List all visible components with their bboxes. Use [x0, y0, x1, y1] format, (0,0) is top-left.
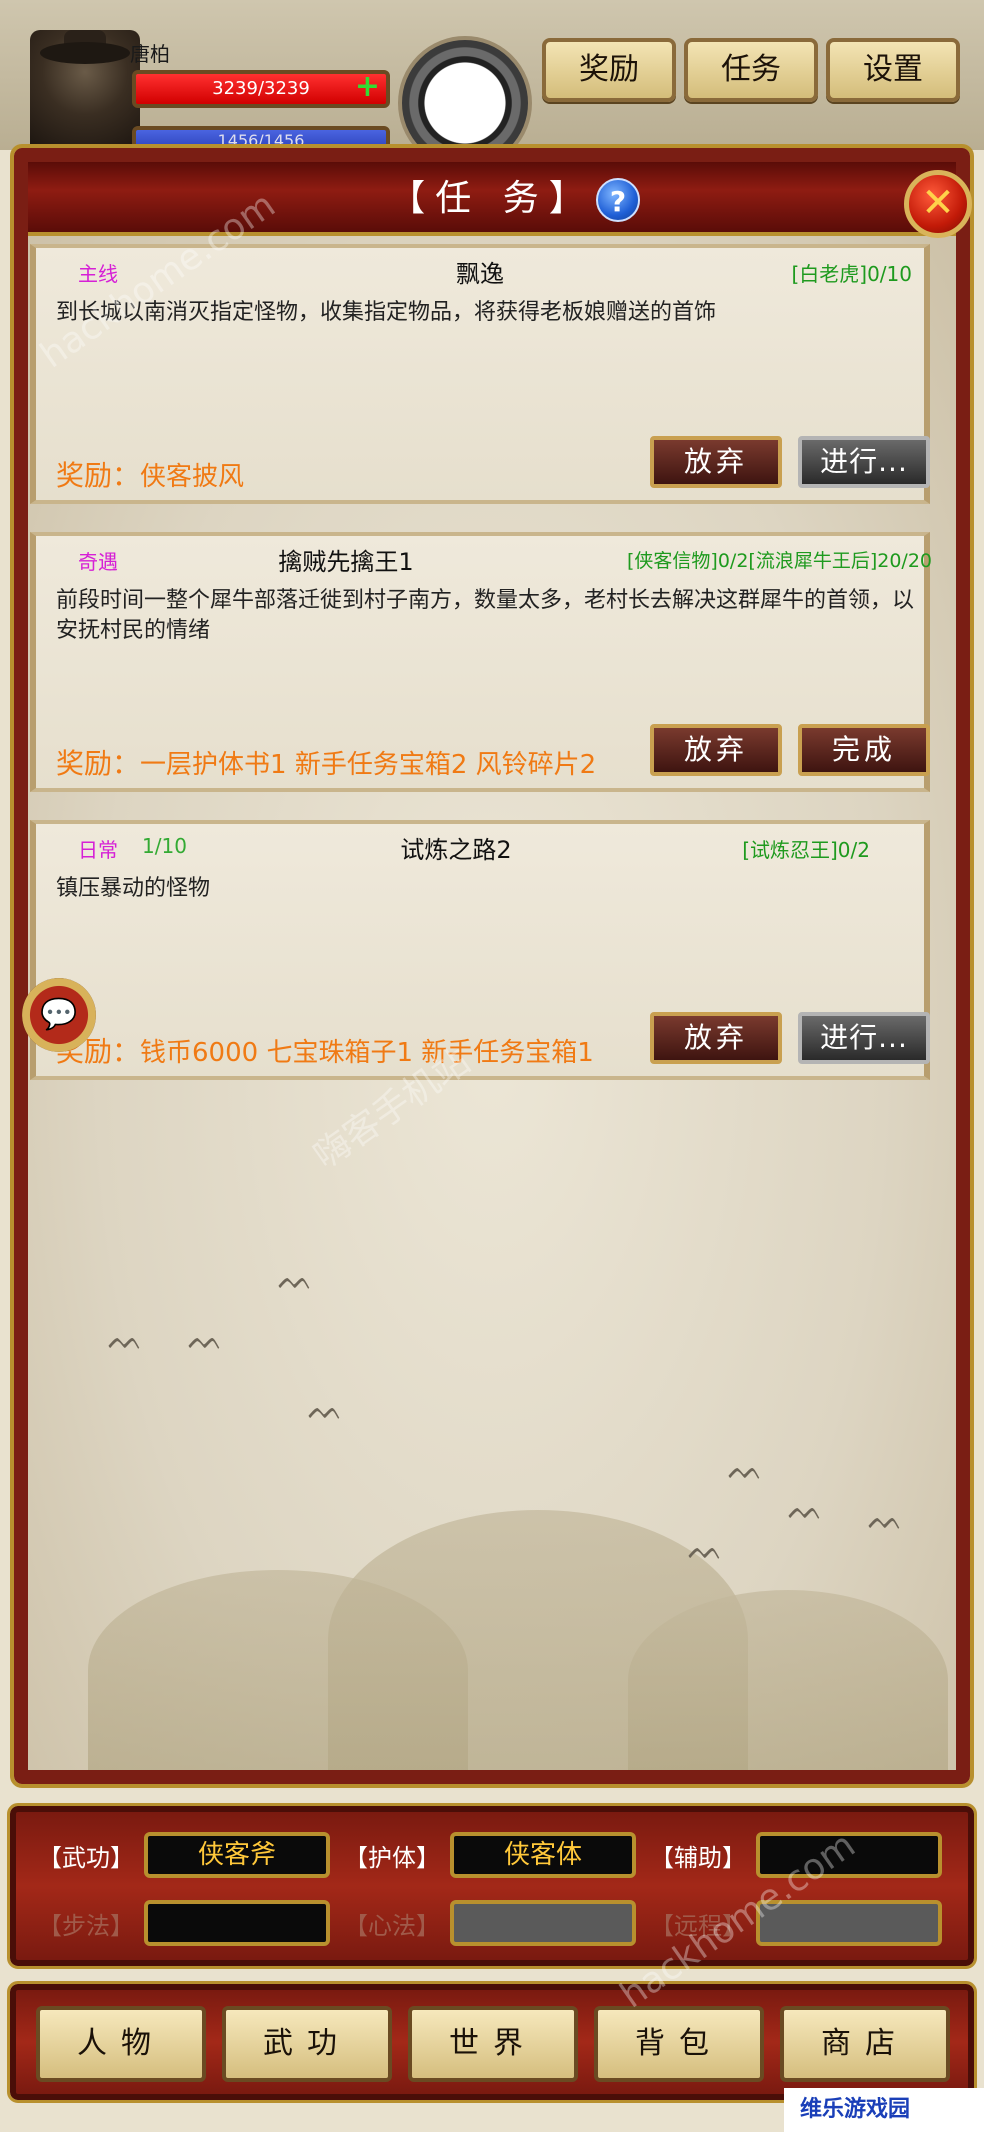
- player-name: 唐柏: [130, 42, 170, 66]
- bird-icon: ᨓ: [278, 1262, 314, 1297]
- bird-icon: ᨓ: [688, 1532, 724, 1567]
- quest-description: 镇压暴动的怪物: [56, 876, 211, 901]
- tasks-button[interactable]: 任务: [684, 38, 818, 102]
- equip-label-body: 【护体】: [344, 1844, 440, 1872]
- in-progress-button[interactable]: 进行...: [798, 1012, 930, 1064]
- equip-label-footwork: 【步法】: [38, 1912, 134, 1940]
- hat-brim-shape: [40, 42, 130, 64]
- equip-label-martial: 【武功】: [38, 1844, 134, 1872]
- hp-text: 3239/3239: [212, 78, 310, 99]
- nav-martial[interactable]: 武功: [222, 2006, 392, 2082]
- equip-slot-mind[interactable]: [450, 1900, 636, 1946]
- quest-goal: [侠客信物]0/2[流浪犀牛王后]20/20: [627, 550, 932, 572]
- nav-shop[interactable]: 商店: [780, 2006, 950, 2082]
- bird-icon: ᨓ: [188, 1322, 224, 1357]
- nav-bag[interactable]: 背包: [594, 2006, 764, 2082]
- bottom-nav: 人物 武功 世界 背包 商店: [7, 1981, 977, 2103]
- close-button[interactable]: ✕: [904, 170, 972, 238]
- quest-goal: [试炼忍王]0/2: [742, 838, 870, 862]
- abandon-button[interactable]: 放弃: [650, 1012, 782, 1064]
- bird-icon: ᨓ: [868, 1502, 904, 1537]
- equip-slot-footwork[interactable]: [144, 1900, 330, 1946]
- settings-button[interactable]: 设置: [826, 38, 960, 102]
- quest-name: 擒贼先擒王1: [278, 548, 414, 576]
- reward-items: 侠客披风: [140, 462, 245, 492]
- reward-items: 一层护体书1 新手任务宝箱2 风铃碎片2: [140, 750, 597, 780]
- nav-character[interactable]: 人物: [36, 2006, 206, 2082]
- equip-slot-body[interactable]: 侠客体: [450, 1832, 636, 1878]
- mountain-decoration: [628, 1590, 948, 1770]
- quest-reward: 奖励：一层护体书1 新手任务宝箱2 风铃碎片2: [56, 742, 596, 782]
- hp-plus-icon[interactable]: +: [355, 72, 380, 102]
- bird-icon: ᨓ: [788, 1492, 824, 1527]
- hp-bar: 3239/3239 +: [132, 70, 390, 108]
- quest-card[interactable]: 奇遇 擒贼先擒王1 [侠客信物]0/2[流浪犀牛王后]20/20 前段时间一整个…: [30, 532, 932, 792]
- nav-world[interactable]: 世界: [408, 2006, 578, 2082]
- quest-card[interactable]: 日常 1/10 试炼之路2 [试炼忍王]0/2 镇压暴动的怪物 奖励：钱币600…: [30, 820, 930, 1080]
- in-progress-button[interactable]: 进行...: [798, 436, 930, 488]
- reward-label: 奖励：: [56, 459, 141, 492]
- abandon-button[interactable]: 放弃: [650, 436, 782, 488]
- bird-icon: ᨓ: [308, 1392, 344, 1427]
- equip-label-assist: 【辅助】: [650, 1844, 746, 1872]
- top-bar: 唐柏 3239/3239 + 1456/1456 奖励 任务 设置: [0, 0, 984, 170]
- reward-button[interactable]: 奖励: [542, 38, 676, 102]
- player-avatar[interactable]: [30, 30, 140, 150]
- chat-icon[interactable]: 💬: [22, 978, 96, 1052]
- reward-label: 奖励：: [56, 747, 141, 780]
- quest-reward: 奖励：钱币6000 七宝珠箱子1 新手任务宝箱1: [56, 1030, 594, 1070]
- quest-goal: [白老虎]0/10: [791, 262, 912, 286]
- quest-description: 前段时间一整个犀牛部落迁徙到村子南方，数量太多，老村长去解决这群犀牛的首领，以安…: [56, 588, 915, 643]
- bird-icon: ᨓ: [728, 1452, 764, 1487]
- quest-description: 到长城以南消灭指定怪物，收集指定物品，将获得老板娘赠送的首饰: [56, 300, 717, 325]
- equip-label-mind: 【心法】: [344, 1912, 440, 1940]
- panel-title: 【任 务】: [389, 178, 595, 219]
- help-icon[interactable]: ?: [596, 178, 640, 222]
- reward-items: 钱币6000 七宝珠箱子1 新手任务宝箱1: [140, 1038, 594, 1068]
- panel-header: 【任 务】 ? ✕: [28, 162, 972, 238]
- abandon-button[interactable]: 放弃: [650, 724, 782, 776]
- complete-button[interactable]: 完成: [798, 724, 930, 776]
- quest-reward: 奖励：侠客披风: [56, 454, 244, 494]
- site-badge: 维乐游戏园: [784, 2088, 984, 2132]
- equip-slot-martial[interactable]: 侠客斧: [144, 1832, 330, 1878]
- bird-icon: ᨓ: [108, 1322, 144, 1357]
